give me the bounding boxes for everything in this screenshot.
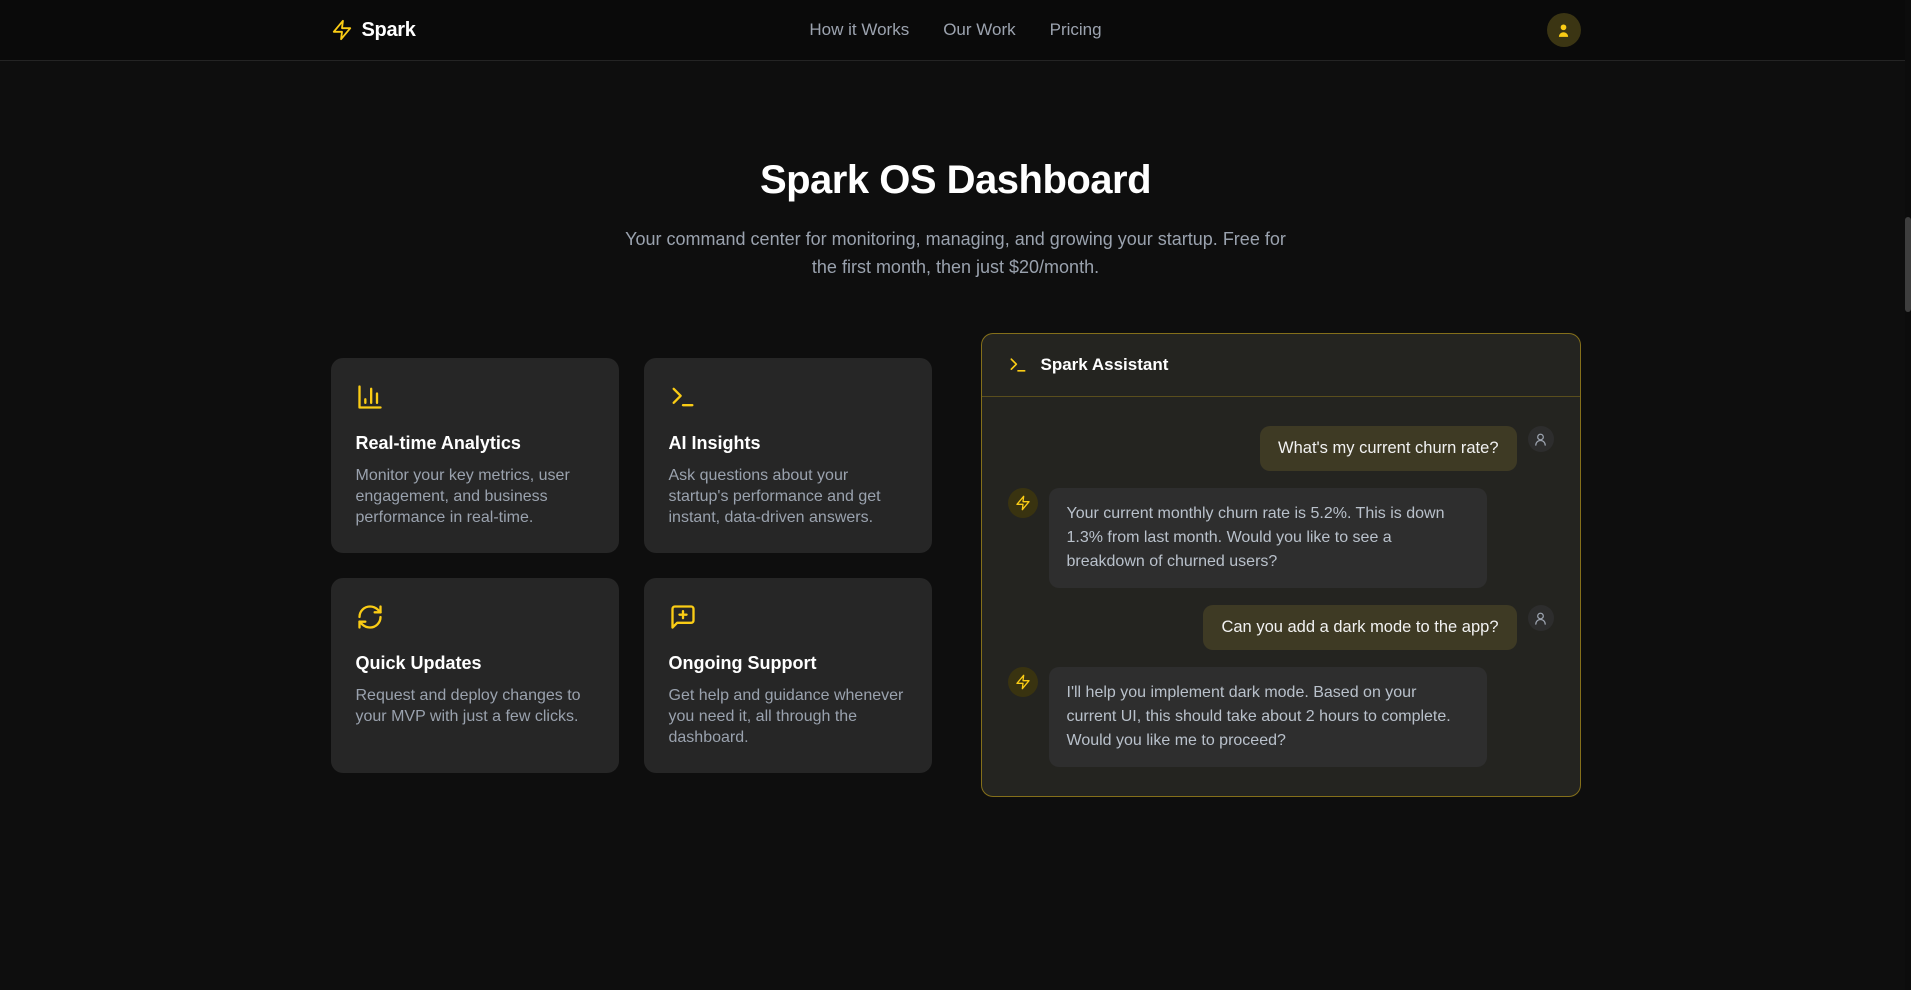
page: Spark How it Works Our Work Pricing Spark … xyxy=(0,0,1911,990)
feature-card: Ongoing Support Get help and guidance wh… xyxy=(644,578,932,773)
zap-icon xyxy=(1015,674,1031,690)
brand-logo[interactable]: Spark xyxy=(331,19,416,42)
feature-card-title: AI Insights xyxy=(669,433,907,454)
page-title: Spark OS Dashboard xyxy=(0,158,1911,203)
terminal-icon xyxy=(669,383,907,411)
page-scrollbar-track[interactable] xyxy=(1905,0,1911,990)
feature-card: Quick Updates Request and deploy changes… xyxy=(331,578,619,773)
page-subtitle: Your command center for monitoring, mana… xyxy=(611,225,1301,281)
nav-link-our-work[interactable]: Our Work xyxy=(943,20,1015,40)
top-nav-bar: Spark How it Works Our Work Pricing xyxy=(0,0,1911,61)
account-avatar-button[interactable] xyxy=(1547,13,1581,47)
feature-card: Real-time Analytics Monitor your key met… xyxy=(331,358,619,553)
assistant-panel-title: Spark Assistant xyxy=(1041,355,1169,375)
assistant-message-bubble: Your current monthly churn rate is 5.2%.… xyxy=(1049,488,1487,588)
content-row: Real-time Analytics Monitor your key met… xyxy=(331,333,1581,797)
terminal-icon xyxy=(1008,355,1028,375)
nav-link-pricing[interactable]: Pricing xyxy=(1050,20,1102,40)
assistant-avatar xyxy=(1008,488,1038,518)
main-nav: How it Works Our Work Pricing xyxy=(809,20,1101,40)
assistant-message-bubble: I'll help you implement dark mode. Based… xyxy=(1049,667,1487,767)
feature-card-description: Get help and guidance whenever you need … xyxy=(669,685,907,748)
bar-chart-icon xyxy=(356,383,594,411)
zap-icon xyxy=(1015,495,1031,511)
chat-message-user: Can you add a dark mode to the app? xyxy=(1008,605,1554,650)
assistant-avatar xyxy=(1008,667,1038,697)
zap-icon xyxy=(331,19,353,41)
spark-assistant-panel: Spark Assistant What's my current churn … xyxy=(981,333,1581,797)
chat-message-list: What's my current churn rate? Your curre… xyxy=(982,397,1580,796)
user-message-bubble: What's my current churn rate? xyxy=(1260,426,1516,471)
chat-message-assistant: I'll help you implement dark mode. Based… xyxy=(1008,667,1554,767)
brand-name: Spark xyxy=(362,19,416,42)
user-avatar xyxy=(1528,605,1554,631)
feature-card-description: Ask questions about your startup's perfo… xyxy=(669,465,907,528)
user-outline-icon xyxy=(1533,611,1548,626)
page-scrollbar-thumb[interactable] xyxy=(1905,217,1911,312)
feature-card-description: Monitor your key metrics, user engagemen… xyxy=(356,465,594,528)
message-square-plus-icon xyxy=(669,603,907,631)
feature-card-title: Ongoing Support xyxy=(669,653,907,674)
user-message-bubble: Can you add a dark mode to the app? xyxy=(1203,605,1516,650)
chat-message-assistant: Your current monthly churn rate is 5.2%.… xyxy=(1008,488,1554,588)
feature-card: AI Insights Ask questions about your sta… xyxy=(644,358,932,553)
feature-card-grid: Real-time Analytics Monitor your key met… xyxy=(331,358,932,773)
hero-section: Spark OS Dashboard Your command center f… xyxy=(0,61,1911,281)
user-filled-icon xyxy=(1555,22,1572,39)
assistant-panel-header: Spark Assistant xyxy=(982,334,1580,397)
user-avatar xyxy=(1528,426,1554,452)
feature-card-title: Real-time Analytics xyxy=(356,433,594,454)
feature-card-description: Request and deploy changes to your MVP w… xyxy=(356,685,594,727)
refresh-icon xyxy=(356,603,594,631)
chat-message-user: What's my current churn rate? xyxy=(1008,426,1554,471)
user-outline-icon xyxy=(1533,432,1548,447)
nav-link-how-it-works[interactable]: How it Works xyxy=(809,20,909,40)
feature-card-title: Quick Updates xyxy=(356,653,594,674)
